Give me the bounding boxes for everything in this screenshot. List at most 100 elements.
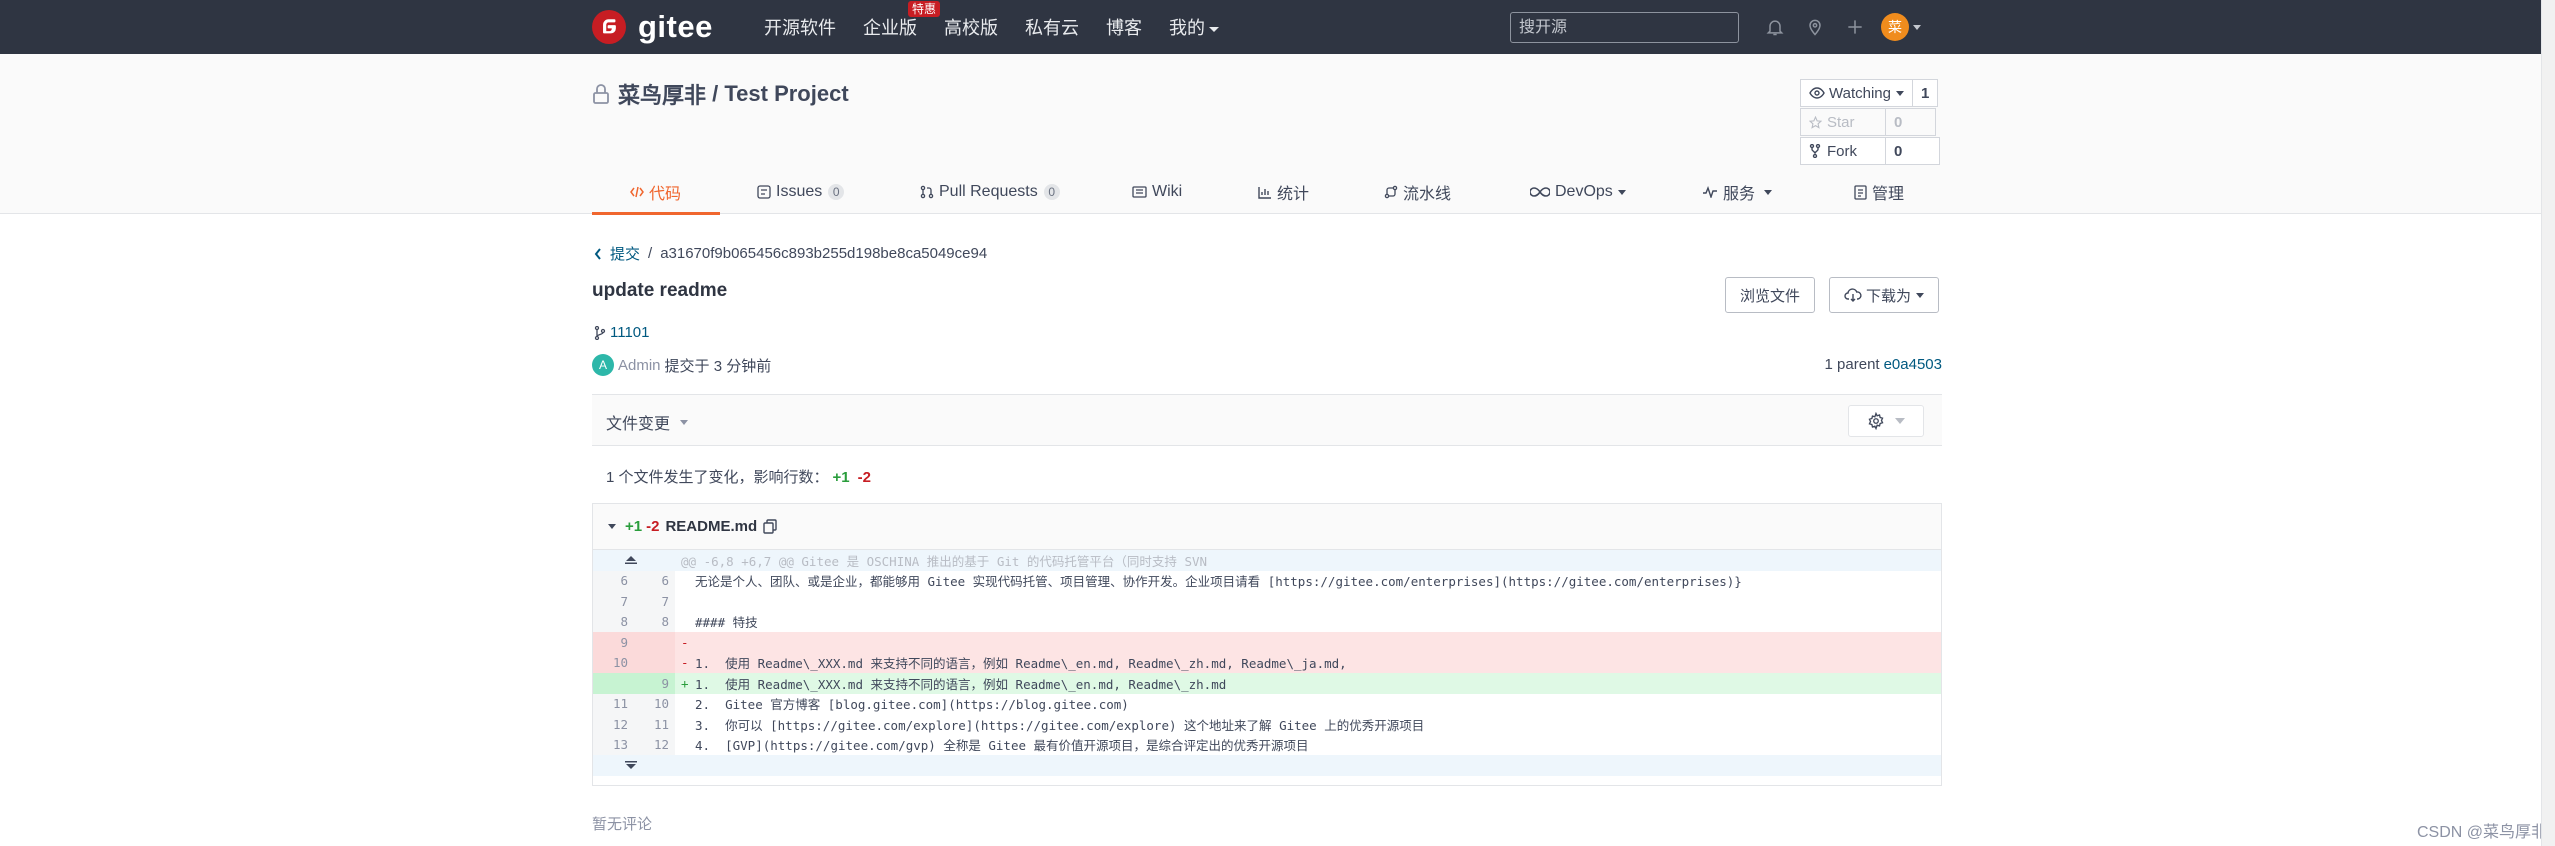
gitee-logo[interactable]: gitee — [592, 9, 713, 44]
old-line-number[interactable]: 10 — [593, 652, 634, 673]
fork-icon — [1809, 144, 1821, 158]
context-line: 8 8 #### 特技 — [593, 611, 1941, 632]
plus-icon[interactable] — [1841, 13, 1869, 41]
nav-education[interactable]: 高校版 — [944, 14, 998, 40]
tab-pipeline[interactable]: 流水线 — [1384, 170, 1451, 214]
file-changes-bar: 文件变更 — [592, 394, 1942, 446]
new-line-number[interactable]: 6 — [634, 570, 675, 591]
project-name[interactable]: Test Project — [724, 81, 848, 107]
fork-count[interactable]: 0 — [1886, 137, 1940, 165]
parent-hash-link[interactable]: e0a4503 — [1884, 356, 1942, 373]
scrollbar[interactable] — [2541, 0, 2555, 846]
tab-pull-requests[interactable]: Pull Requests 0 — [920, 170, 1060, 214]
parent-label: 1 parent — [1824, 356, 1880, 373]
tab-count: 0 — [1043, 184, 1060, 200]
tab-devops[interactable]: DevOps — [1530, 170, 1626, 214]
fork-button[interactable]: Fork — [1800, 137, 1886, 165]
line-content: +1. 使用 Readme\_XXX.md 来支持不同的语言，例如 Readme… — [675, 673, 1941, 694]
code-icon — [630, 186, 644, 198]
chevron-down-icon[interactable] — [1913, 24, 1921, 30]
wiki-icon — [1132, 186, 1147, 198]
context-line: 13 12 4. [GVP](https://gitee.com/gvp) 全称是 … — [593, 734, 1941, 755]
tab-label: 服务 — [1723, 186, 1756, 203]
user-avatar[interactable]: 菜 — [1881, 13, 1909, 41]
parent-info: 1 parent e0a4503 — [1825, 356, 1942, 373]
collapse-icon[interactable] — [607, 523, 617, 531]
new-line-number[interactable] — [634, 632, 675, 653]
old-line-number[interactable]: 7 — [593, 591, 634, 612]
commit-hash: a31670f9b065456c893b255d198be8ca5049ce94 — [660, 245, 988, 262]
new-line-number[interactable]: 9 — [634, 673, 675, 694]
nav-open-source[interactable]: 开源软件 — [764, 14, 836, 40]
star-count[interactable]: 0 — [1886, 108, 1936, 136]
star-group: Star 0 — [1800, 108, 1936, 136]
star-button[interactable]: Star — [1800, 108, 1886, 136]
browse-files-button[interactable]: 浏览文件 — [1725, 277, 1816, 313]
line-text: 3. 你可以 [https://gitee.com/explore](https… — [695, 717, 1425, 733]
file-changes-label: 文件变更 — [606, 416, 671, 433]
new-line-number[interactable]: 10 — [634, 693, 675, 714]
expand-row-fill — [675, 755, 1941, 776]
download-button[interactable]: 下载为 — [1829, 277, 1940, 313]
nav-mine-label: 我的 — [1169, 18, 1205, 38]
chevron-down-icon — [1764, 189, 1773, 195]
expand-up-icon[interactable] — [593, 550, 675, 571]
file-changes-dropdown[interactable]: 文件变更 — [606, 410, 689, 434]
old-line-number[interactable]: 8 — [593, 611, 634, 632]
tab-service[interactable]: 服务 — [1702, 170, 1773, 214]
gear-icon — [1868, 412, 1884, 430]
tab-code[interactable]: 代码 — [630, 170, 681, 214]
old-line-number[interactable]: 11 — [593, 693, 634, 714]
old-line-number[interactable]: 13 — [593, 734, 634, 755]
nav-private-cloud[interactable]: 私有云 — [1025, 14, 1079, 40]
nav-blog[interactable]: 博客 — [1106, 14, 1142, 40]
fork-group: Fork 0 — [1800, 137, 1940, 165]
old-line-number[interactable]: 6 — [593, 570, 634, 591]
commit-branch[interactable]: 11101 — [594, 324, 650, 341]
watch-count[interactable]: 1 — [1912, 79, 1939, 107]
search-input[interactable] — [1510, 12, 1739, 43]
location-icon[interactable] — [1801, 13, 1829, 41]
watch-button[interactable]: Watching — [1800, 79, 1913, 107]
old-line-number[interactable] — [593, 673, 634, 694]
new-line-number[interactable] — [634, 652, 675, 673]
summary-additions: +1 — [832, 469, 850, 486]
author-avatar[interactable]: A — [592, 354, 614, 376]
expand-row — [593, 755, 1941, 776]
old-line-number[interactable]: 9 — [593, 632, 634, 653]
old-line-number[interactable]: 12 — [593, 714, 634, 735]
project-owner[interactable]: 菜鸟厚非 — [618, 78, 706, 110]
pull-request-icon — [920, 185, 934, 199]
diff-file-header: +1 -2 README.md — [593, 504, 1941, 550]
line-content: -1. 使用 Readme\_XXX.md 来支持不同的语言，例如 Readme… — [675, 652, 1941, 673]
author-name[interactable]: Admin — [618, 357, 661, 374]
chevron-down-icon — [1617, 189, 1626, 195]
deleted-line: 10 -1. 使用 Readme\_XXX.md 来支持不同的语言，例如 Read… — [593, 652, 1941, 673]
copy-icon[interactable] — [763, 519, 777, 534]
context-line: 11 10 2. Gitee 官方博客 [blog.gitee.com](https… — [593, 693, 1941, 714]
tab-stats[interactable]: 统计 — [1258, 170, 1309, 214]
bell-icon[interactable] — [1761, 13, 1789, 41]
chevron-left-icon[interactable] — [594, 247, 602, 260]
tab-count: 0 — [828, 184, 845, 200]
tab-issues[interactable]: Issues 0 — [757, 170, 845, 214]
nav-enterprise[interactable]: 企业版 特惠 — [863, 1, 941, 40]
hunk-row: @@ -6,8 +6,7 @@ Gitee 是 OSCHINA 推出的基于 Gi… — [593, 550, 1941, 571]
new-line-number[interactable]: 7 — [634, 591, 675, 612]
promo-badge: 特惠 — [908, 1, 941, 17]
diff-table: @@ -6,8 +6,7 @@ Gitee 是 OSCHINA 推出的基于 Gi… — [593, 550, 1941, 776]
fork-label: Fork — [1827, 142, 1857, 160]
new-line-number[interactable]: 8 — [634, 611, 675, 632]
tab-wiki[interactable]: Wiki — [1132, 170, 1182, 214]
tab-manage[interactable]: 管理 — [1854, 170, 1904, 214]
diff-settings-button[interactable] — [1848, 405, 1924, 437]
new-line-number[interactable]: 12 — [634, 734, 675, 755]
watch-label: Watching — [1829, 84, 1891, 102]
watch-group: Watching 1 — [1800, 79, 1939, 107]
new-line-number[interactable]: 11 — [634, 714, 675, 735]
expand-down-icon[interactable] — [593, 755, 675, 776]
file-name[interactable]: README.md — [665, 518, 757, 535]
breadcrumb-commits-link[interactable]: 提交 — [610, 243, 640, 264]
nav-mine[interactable]: 我的 — [1169, 14, 1219, 40]
context-line: 12 11 3. 你可以 [https://gitee.com/explore](h… — [593, 714, 1941, 735]
